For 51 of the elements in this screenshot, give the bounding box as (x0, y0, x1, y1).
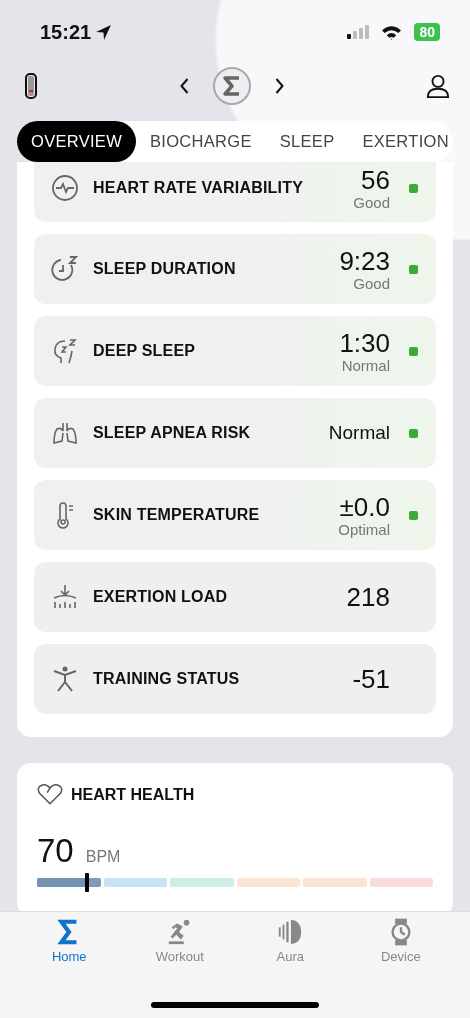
metric-value: 56 (361, 165, 390, 194)
next-icon[interactable] (274, 77, 285, 95)
signal-icon (347, 25, 370, 39)
metric-name: EXERTION LOAD (93, 588, 229, 606)
heart-rate-icon (51, 174, 79, 202)
heart-health-card[interactable]: HEART HEALTH 70 BPM (17, 763, 453, 911)
metric-value: 1:30 (339, 328, 390, 357)
metric-value: 218 (346, 583, 390, 611)
heart-health-title: HEART HEALTH (71, 785, 195, 804)
home-tab[interactable]: Home (14, 918, 125, 974)
metric-rating: Good (353, 274, 390, 292)
exertion-load-icon (51, 583, 79, 611)
metric-row[interactable]: EXERTION LOAD 218 (34, 562, 436, 632)
heart-rate-value: 70 (37, 832, 74, 870)
previous-icon[interactable] (179, 77, 190, 95)
metric-rating: Good (353, 193, 390, 211)
sleep-clock-icon (51, 255, 79, 283)
wifi-icon (381, 24, 403, 40)
sigma-logo-icon[interactable] (212, 66, 252, 106)
battery-indicator: 80 (414, 23, 440, 41)
metric-value: Normal (328, 422, 390, 444)
profile-icon[interactable] (426, 73, 450, 99)
status-time: 15:21 (40, 20, 92, 44)
metric-rating: Normal (341, 356, 390, 374)
tab[interactable]: OVERVIEW (17, 121, 137, 162)
metric-name: SLEEP DURATION (93, 260, 237, 278)
heart-rate-unit: BPM (85, 848, 121, 866)
metric-name: SLEEP APNEA RISK (93, 424, 252, 442)
metric-row[interactable]: TRAINING STATUS -51 (34, 644, 436, 714)
metric-value: -51 (352, 665, 390, 693)
metric-name: TRAINING STATUS (93, 670, 241, 688)
metric-value: 9:23 (339, 246, 390, 275)
metric-name: SKIN TEMPERATURE (93, 506, 261, 524)
metric-name: HEART RATE VARIABILITY (93, 179, 305, 197)
figure-icon (51, 665, 79, 693)
location-arrow-icon (95, 23, 113, 41)
wristband-icon[interactable] (24, 73, 38, 99)
metric-row[interactable]: SLEEP DURATION 9:23 Good (34, 234, 436, 304)
metric-row[interactable]: HEART RATE VARIABILITY 56 Good (34, 162, 436, 222)
tab[interactable]: BIOCHARGE (136, 121, 266, 162)
metric-name: DEEP SLEEP (93, 342, 197, 360)
tab[interactable]: SLEEP (265, 121, 349, 162)
deep-sleep-head-icon (51, 337, 79, 365)
heart-rate-range-fill (37, 878, 85, 887)
metric-row[interactable]: SLEEP APNEA RISK Normal (34, 398, 436, 468)
heart-icon (37, 783, 63, 806)
tab[interactable]: EXERTION (348, 121, 463, 162)
metric-row[interactable]: SKIN TEMPERATURE ±0.0 Optimal (34, 480, 436, 550)
metric-row[interactable]: DEEP SLEEP 1:30 Normal (34, 316, 436, 386)
metric-value: ±0.0 (339, 492, 390, 521)
metric-rating: Optimal (338, 520, 390, 538)
